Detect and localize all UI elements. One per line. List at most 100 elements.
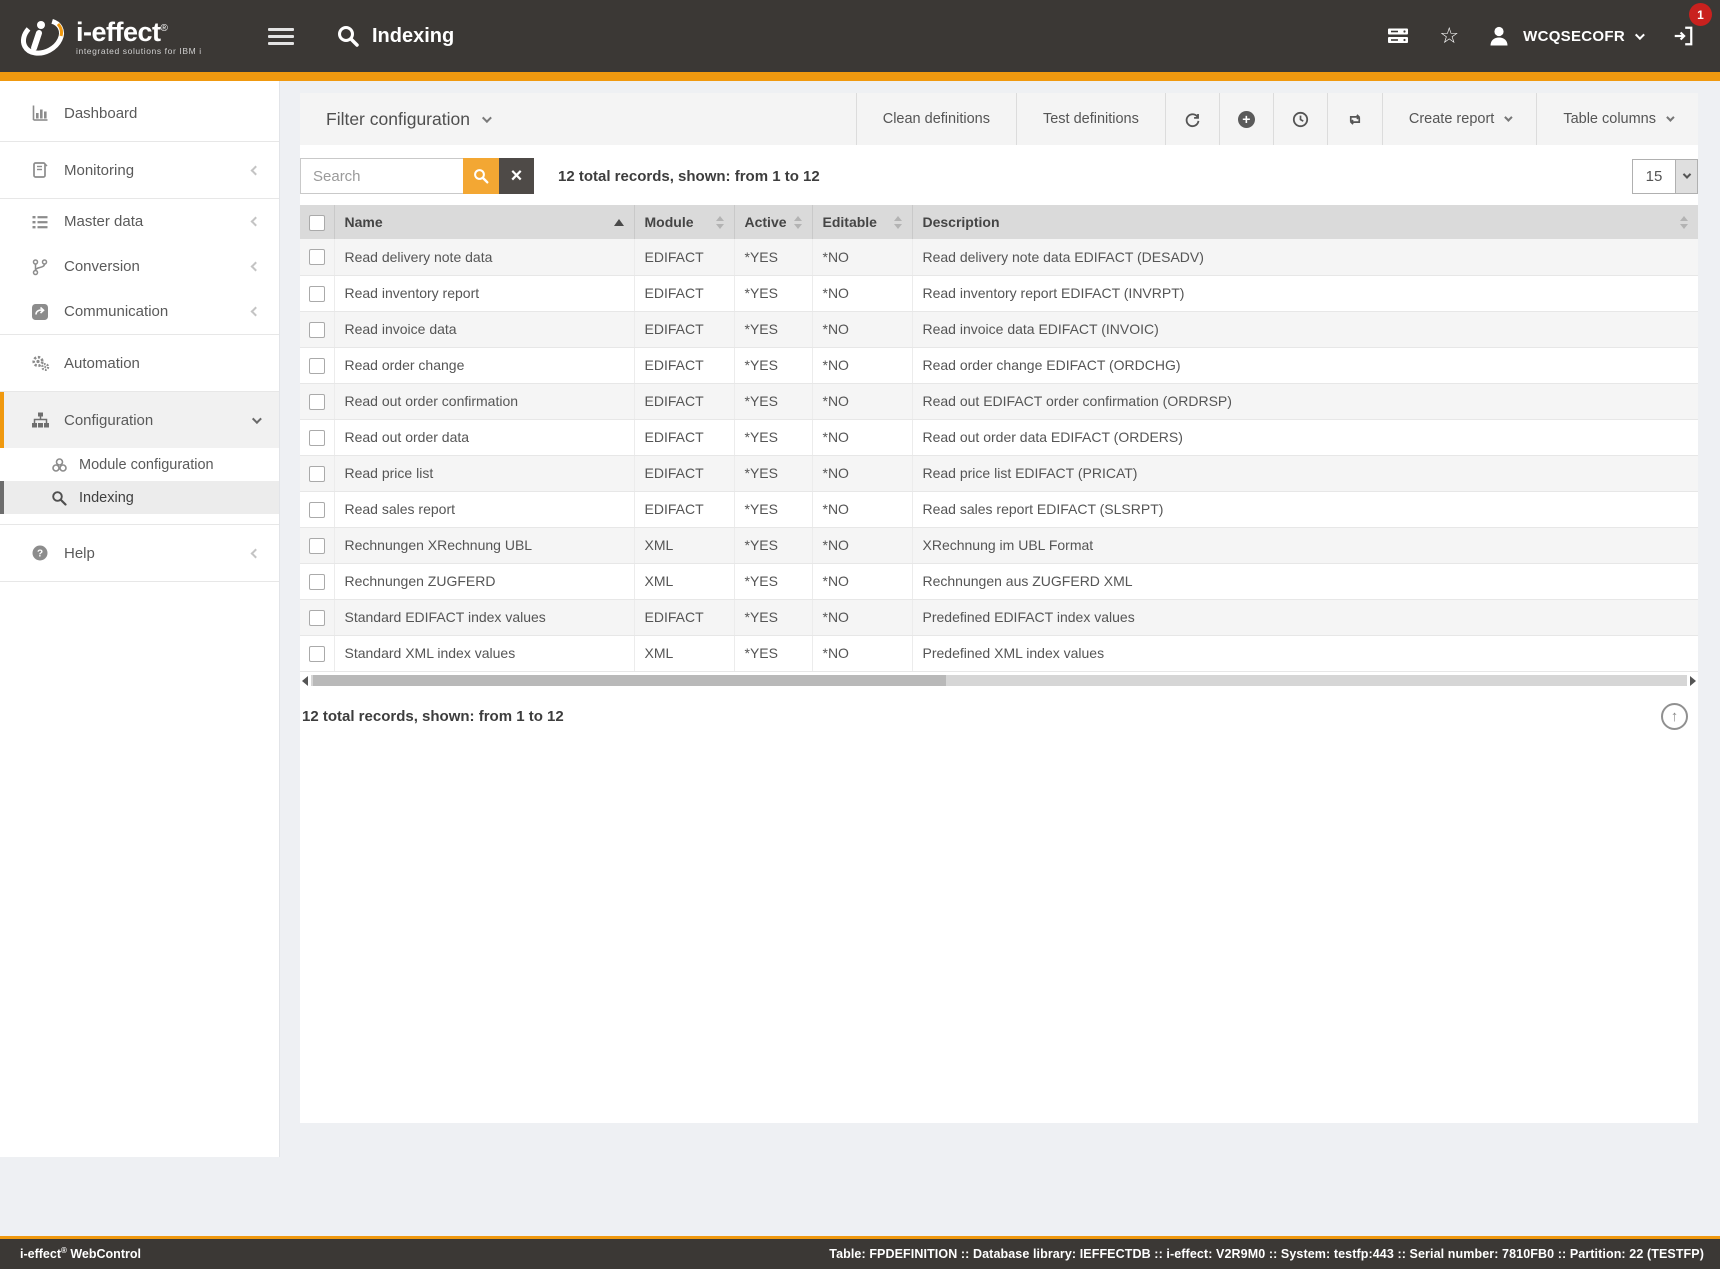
sidebar-item-dashboard[interactable]: Dashboard bbox=[0, 85, 279, 141]
top-header: i-effect® integrated solutions for IBM i… bbox=[0, 0, 1720, 72]
row-checkbox[interactable] bbox=[309, 502, 325, 518]
search-button[interactable] bbox=[463, 158, 499, 194]
sidebar-item-configuration[interactable]: Configuration bbox=[0, 392, 279, 448]
cell-name: Standard EDIFACT index values bbox=[334, 599, 634, 635]
cell-description: Read out EDIFACT order confirmation (ORD… bbox=[912, 383, 1698, 419]
chevron-down-icon bbox=[482, 113, 492, 123]
row-checkbox[interactable] bbox=[309, 358, 325, 374]
table-row[interactable]: Standard EDIFACT index values EDIFACT *Y… bbox=[300, 599, 1698, 635]
cell-editable: *NO bbox=[812, 239, 912, 275]
table-row[interactable]: Read order change EDIFACT *YES *NO Read … bbox=[300, 347, 1698, 383]
cell-description: XRechnung im UBL Format bbox=[912, 527, 1698, 563]
row-checkbox[interactable] bbox=[309, 466, 325, 482]
cell-module: EDIFACT bbox=[634, 383, 734, 419]
chevron-left-icon bbox=[251, 548, 261, 558]
sidebar-item-help[interactable]: ? Help bbox=[0, 525, 279, 581]
chevron-down-icon bbox=[1635, 30, 1645, 40]
row-checkbox[interactable] bbox=[309, 610, 325, 626]
cell-description: Read price list EDIFACT (PRICAT) bbox=[912, 455, 1698, 491]
user-menu[interactable]: WCQSECOFR bbox=[1487, 24, 1642, 48]
table-row[interactable]: Read price list EDIFACT *YES *NO Read pr… bbox=[300, 455, 1698, 491]
table-row[interactable]: Read inventory report EDIFACT *YES *NO R… bbox=[300, 275, 1698, 311]
row-checkbox[interactable] bbox=[309, 646, 325, 662]
search-row: × 12 total records, shown: from 1 to 12 … bbox=[300, 145, 1698, 205]
transfer-button[interactable] bbox=[1327, 93, 1382, 145]
cell-active: *YES bbox=[734, 491, 812, 527]
row-checkbox[interactable] bbox=[309, 249, 325, 265]
add-button[interactable]: + bbox=[1219, 93, 1273, 145]
table-row[interactable]: Rechnungen XRechnung UBL XML *YES *NO XR… bbox=[300, 527, 1698, 563]
cell-active: *YES bbox=[734, 347, 812, 383]
scrollbar-thumb[interactable] bbox=[313, 675, 946, 686]
filter-configuration-dropdown[interactable]: Filter configuration bbox=[300, 93, 489, 145]
share-icon bbox=[30, 303, 50, 321]
create-report-dropdown[interactable]: Create report bbox=[1382, 93, 1536, 145]
server-icon[interactable] bbox=[1387, 26, 1409, 46]
history-button[interactable] bbox=[1273, 93, 1327, 145]
star-icon[interactable]: ☆ bbox=[1439, 25, 1459, 47]
cell-name: Rechnungen XRechnung UBL bbox=[334, 527, 634, 563]
menu-icon[interactable] bbox=[268, 24, 294, 49]
sitemap-icon bbox=[30, 411, 50, 429]
search-input[interactable] bbox=[300, 158, 463, 194]
cell-description: Read sales report EDIFACT (SLSRPT) bbox=[912, 491, 1698, 527]
select-all-checkbox[interactable] bbox=[309, 215, 325, 231]
row-checkbox[interactable] bbox=[309, 322, 325, 338]
svg-text:?: ? bbox=[37, 549, 43, 560]
row-checkbox[interactable] bbox=[309, 394, 325, 410]
clear-search-button[interactable]: × bbox=[499, 158, 534, 194]
notification-badge[interactable]: 1 bbox=[1689, 3, 1712, 26]
cell-name: Read price list bbox=[334, 455, 634, 491]
cell-editable: *NO bbox=[812, 311, 912, 347]
column-header-name[interactable]: Name bbox=[334, 205, 634, 239]
sidebar-item-conversion[interactable]: Conversion bbox=[0, 244, 279, 289]
scroll-top-icon[interactable]: ↑ bbox=[1661, 703, 1688, 730]
scrollbar-track[interactable] bbox=[311, 675, 1687, 686]
clean-definitions-button[interactable]: Clean definitions bbox=[856, 93, 1016, 145]
sidebar-item-communication[interactable]: Communication bbox=[0, 289, 279, 334]
refresh-button[interactable] bbox=[1165, 93, 1219, 145]
table-columns-dropdown[interactable]: Table columns bbox=[1536, 93, 1698, 145]
logout-icon[interactable] bbox=[1672, 25, 1694, 47]
sidebar-item-automation[interactable]: Automation bbox=[0, 335, 279, 391]
sidebar-item-module-configuration[interactable]: Module configuration bbox=[0, 448, 279, 481]
table-row[interactable]: Read out order data EDIFACT *YES *NO Rea… bbox=[300, 419, 1698, 455]
cell-name: Read inventory report bbox=[334, 275, 634, 311]
cell-active: *YES bbox=[734, 419, 812, 455]
cell-name: Read out order confirmation bbox=[334, 383, 634, 419]
sidebar-item-master-data[interactable]: Master data bbox=[0, 199, 279, 244]
table-row[interactable]: Rechnungen ZUGFERD XML *YES *NO Rechnung… bbox=[300, 563, 1698, 599]
sidebar-item-monitoring[interactable]: Monitoring bbox=[0, 142, 279, 198]
column-header-editable[interactable]: Editable bbox=[812, 205, 912, 239]
table-row[interactable]: Read sales report EDIFACT *YES *NO Read … bbox=[300, 491, 1698, 527]
row-checkbox[interactable] bbox=[309, 538, 325, 554]
cell-editable: *NO bbox=[812, 275, 912, 311]
sidebar-item-indexing[interactable]: Indexing bbox=[0, 481, 279, 514]
cell-editable: *NO bbox=[812, 383, 912, 419]
table-row[interactable]: Read out order confirmation EDIFACT *YES… bbox=[300, 383, 1698, 419]
cell-module: EDIFACT bbox=[634, 455, 734, 491]
column-header-description[interactable]: Description bbox=[912, 205, 1698, 239]
chevron-down-icon bbox=[252, 414, 262, 424]
records-summary: 12 total records, shown: from 1 to 12 bbox=[558, 168, 820, 185]
cell-module: EDIFACT bbox=[634, 239, 734, 275]
table-row[interactable]: Read delivery note data EDIFACT *YES *NO… bbox=[300, 239, 1698, 275]
page-size-select[interactable]: 15 bbox=[1632, 159, 1698, 194]
scroll-left-icon[interactable] bbox=[302, 676, 308, 686]
definitions-table: Name Module Active Editable bbox=[300, 205, 1698, 672]
cell-module: XML bbox=[634, 635, 734, 671]
table-row[interactable]: Read invoice data EDIFACT *YES *NO Read … bbox=[300, 311, 1698, 347]
column-header-module[interactable]: Module bbox=[634, 205, 734, 239]
table-row[interactable]: Standard XML index values XML *YES *NO P… bbox=[300, 635, 1698, 671]
test-definitions-button[interactable]: Test definitions bbox=[1016, 93, 1165, 145]
clock-icon bbox=[1292, 111, 1309, 128]
row-checkbox[interactable] bbox=[309, 286, 325, 302]
row-checkbox[interactable] bbox=[309, 574, 325, 590]
scroll-right-icon[interactable] bbox=[1690, 676, 1696, 686]
column-header-active[interactable]: Active bbox=[734, 205, 812, 239]
add-icon: + bbox=[1238, 111, 1255, 128]
cell-module: EDIFACT bbox=[634, 275, 734, 311]
brand-logo[interactable]: i-effect® integrated solutions for IBM i bbox=[0, 10, 248, 62]
footer-system-status: Table: FPDEFINITION :: Database library:… bbox=[829, 1247, 1704, 1261]
row-checkbox[interactable] bbox=[309, 430, 325, 446]
